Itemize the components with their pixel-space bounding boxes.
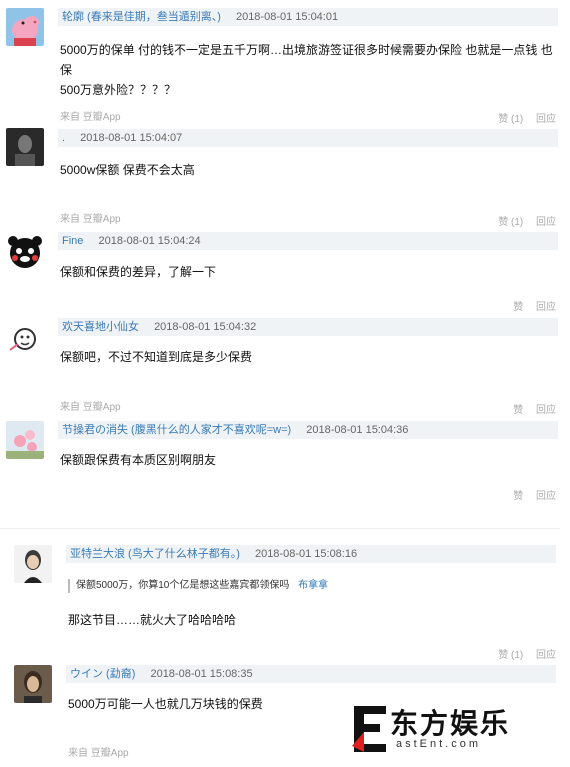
reply-button[interactable]: 回应 xyxy=(536,114,556,125)
like-button[interactable]: 赞 (1) xyxy=(498,114,523,125)
comment-header: . 2018-08-01 15:04:07 xyxy=(58,129,558,147)
author-link[interactable]: 欢天喜地小仙女 xyxy=(62,321,139,333)
comment-text-line: 保额吧，不过不知道到底是多少保费 xyxy=(60,350,253,364)
avatar[interactable] xyxy=(14,665,52,703)
reply-button[interactable]: 回应 xyxy=(536,650,556,661)
author-link[interactable]: 轮廓 (春来是佳期，叁当遁别离、) xyxy=(62,11,221,23)
comment-text-line: 保额和保费的差异，了解一下 xyxy=(60,265,217,279)
comment-header: 轮廓 (春来是佳期，叁当遁别离、) 2018-08-01 15:04:01 xyxy=(58,8,558,26)
quoted-reply: 保额5000万，你算10个亿是想这些嘉宾都领保吗 布拿拿 xyxy=(68,579,328,593)
kumamon-avatar-icon xyxy=(6,232,44,270)
flower-avatar-icon xyxy=(6,421,44,459)
source-label: 来自 豆瓣App xyxy=(60,112,121,123)
comment-header: 欢天喜地小仙女 2018-08-01 15:04:32 xyxy=(58,318,558,336)
logo-e-icon xyxy=(352,706,386,752)
reply-button[interactable]: 回应 xyxy=(536,405,556,416)
avatar[interactable] xyxy=(14,545,52,583)
watermark-url: astEnt.com xyxy=(396,738,482,750)
comment-header: 节操君の消失 (腹黑什么的人家才不喜欢呢=w=) 2018-08-01 15:0… xyxy=(58,421,558,439)
person-avatar-icon xyxy=(14,545,52,583)
comment-text: 5000万的保单 付的钱不一定是五千万啊…出境旅游签证很多时候需要办保险 也就是… xyxy=(60,40,560,100)
comment-actions: 赞 回应 xyxy=(503,298,556,313)
timestamp: 2018-08-01 15:04:01 xyxy=(235,11,339,23)
watermark-title: 东方娱乐 xyxy=(390,707,511,740)
divider xyxy=(0,528,560,529)
author-link[interactable]: ウイン (勐裔) xyxy=(70,668,135,680)
comment-text: 5000万可能一人也就几万块钱的保费 xyxy=(68,694,368,714)
comment-text-line: 500万意外险？？？？ xyxy=(60,83,177,97)
comment-text-line: 5000万的保单 付的钱不一定是五千万啊…出境旅游签证很多时候需要办保险 也就是… xyxy=(60,43,553,77)
comment-text: 保额吧，不过不知道到底是多少保费 xyxy=(60,347,560,367)
peppa-avatar-icon xyxy=(6,8,44,46)
quote-text: 保额5000万，你算10个亿是想这些嘉宾都领保吗 xyxy=(76,580,290,591)
author-link[interactable]: . xyxy=(62,132,65,144)
comment-header: ウイン (勐裔) 2018-08-01 15:08:35 xyxy=(66,665,556,683)
avatar[interactable] xyxy=(6,421,44,459)
comment-text: 保额和保费的差异，了解一下 xyxy=(60,262,560,282)
portrait-avatar-icon xyxy=(6,128,44,166)
avatar[interactable] xyxy=(6,128,44,166)
quote-author-link[interactable]: 布拿拿 xyxy=(298,580,328,591)
comment-actions: 赞 (1) 回应 xyxy=(488,646,556,661)
comment-header: Fine 2018-08-01 15:04:24 xyxy=(58,232,558,250)
like-button[interactable]: 赞 xyxy=(513,302,523,313)
timestamp: 2018-08-01 15:04:32 xyxy=(154,321,257,333)
author-link[interactable]: Fine xyxy=(62,235,83,247)
author-link[interactable]: 亚特兰大浪 (鸟大了什么林子都有。) xyxy=(70,548,240,560)
like-button[interactable]: 赞 xyxy=(513,491,523,502)
comment-text: 保额跟保费有本质区别啊朋友 xyxy=(60,450,560,470)
timestamp: 2018-08-01 15:04:36 xyxy=(306,424,409,436)
timestamp: 2018-08-01 15:08:35 xyxy=(150,668,253,680)
author-link[interactable]: 节操君の消失 (腹黑什么的人家才不喜欢呢=w=) xyxy=(62,424,291,436)
person-avatar-icon xyxy=(14,665,52,703)
comment-text: 5000w保额 保费不会太高 xyxy=(60,160,560,180)
avatar[interactable] xyxy=(6,232,44,270)
source-label: 来自 豆瓣App xyxy=(60,402,121,413)
like-button[interactable]: 赞 (1) xyxy=(498,650,523,661)
comment-actions: 赞 (1) 回应 xyxy=(488,110,556,125)
comment-text-line: 那这节目……就火大了哈哈哈哈 xyxy=(68,613,237,627)
source-label: 来自 豆瓣App xyxy=(68,748,129,759)
avatar[interactable] xyxy=(6,8,44,46)
like-button[interactable]: 赞 (1) xyxy=(498,217,523,228)
comment-actions: 赞 (1) 回应 xyxy=(488,213,556,228)
watermark-logo: 东方娱乐 astEnt.com xyxy=(350,700,550,760)
comment-header: 亚特兰大浪 (鸟大了什么林子都有。) 2018-08-01 15:08:16 xyxy=(66,545,556,563)
comment-text: 那这节目……就火大了哈哈哈哈 xyxy=(68,610,548,630)
timestamp: 2018-08-01 15:04:07 xyxy=(80,132,183,144)
timestamp: 2018-08-01 15:08:16 xyxy=(254,548,358,560)
source-label: 来自 豆瓣App xyxy=(60,214,121,225)
comment-text-line: 5000w保额 保费不会太高 xyxy=(60,163,195,177)
avatar[interactable] xyxy=(6,320,44,358)
comment-text-line: 保额跟保费有本质区别啊朋友 xyxy=(60,453,217,467)
reply-button[interactable]: 回应 xyxy=(536,217,556,228)
comment-text-line: 5000万可能一人也就几万块钱的保费 xyxy=(68,697,263,711)
cartoon-avatar-icon xyxy=(6,320,44,358)
comment-actions: 赞 回应 xyxy=(503,487,556,502)
reply-button[interactable]: 回应 xyxy=(536,302,556,313)
comment-actions: 赞 回应 xyxy=(503,401,556,416)
timestamp: 2018-08-01 15:04:24 xyxy=(98,235,201,247)
like-button[interactable]: 赞 xyxy=(513,405,523,416)
reply-button[interactable]: 回应 xyxy=(536,491,556,502)
